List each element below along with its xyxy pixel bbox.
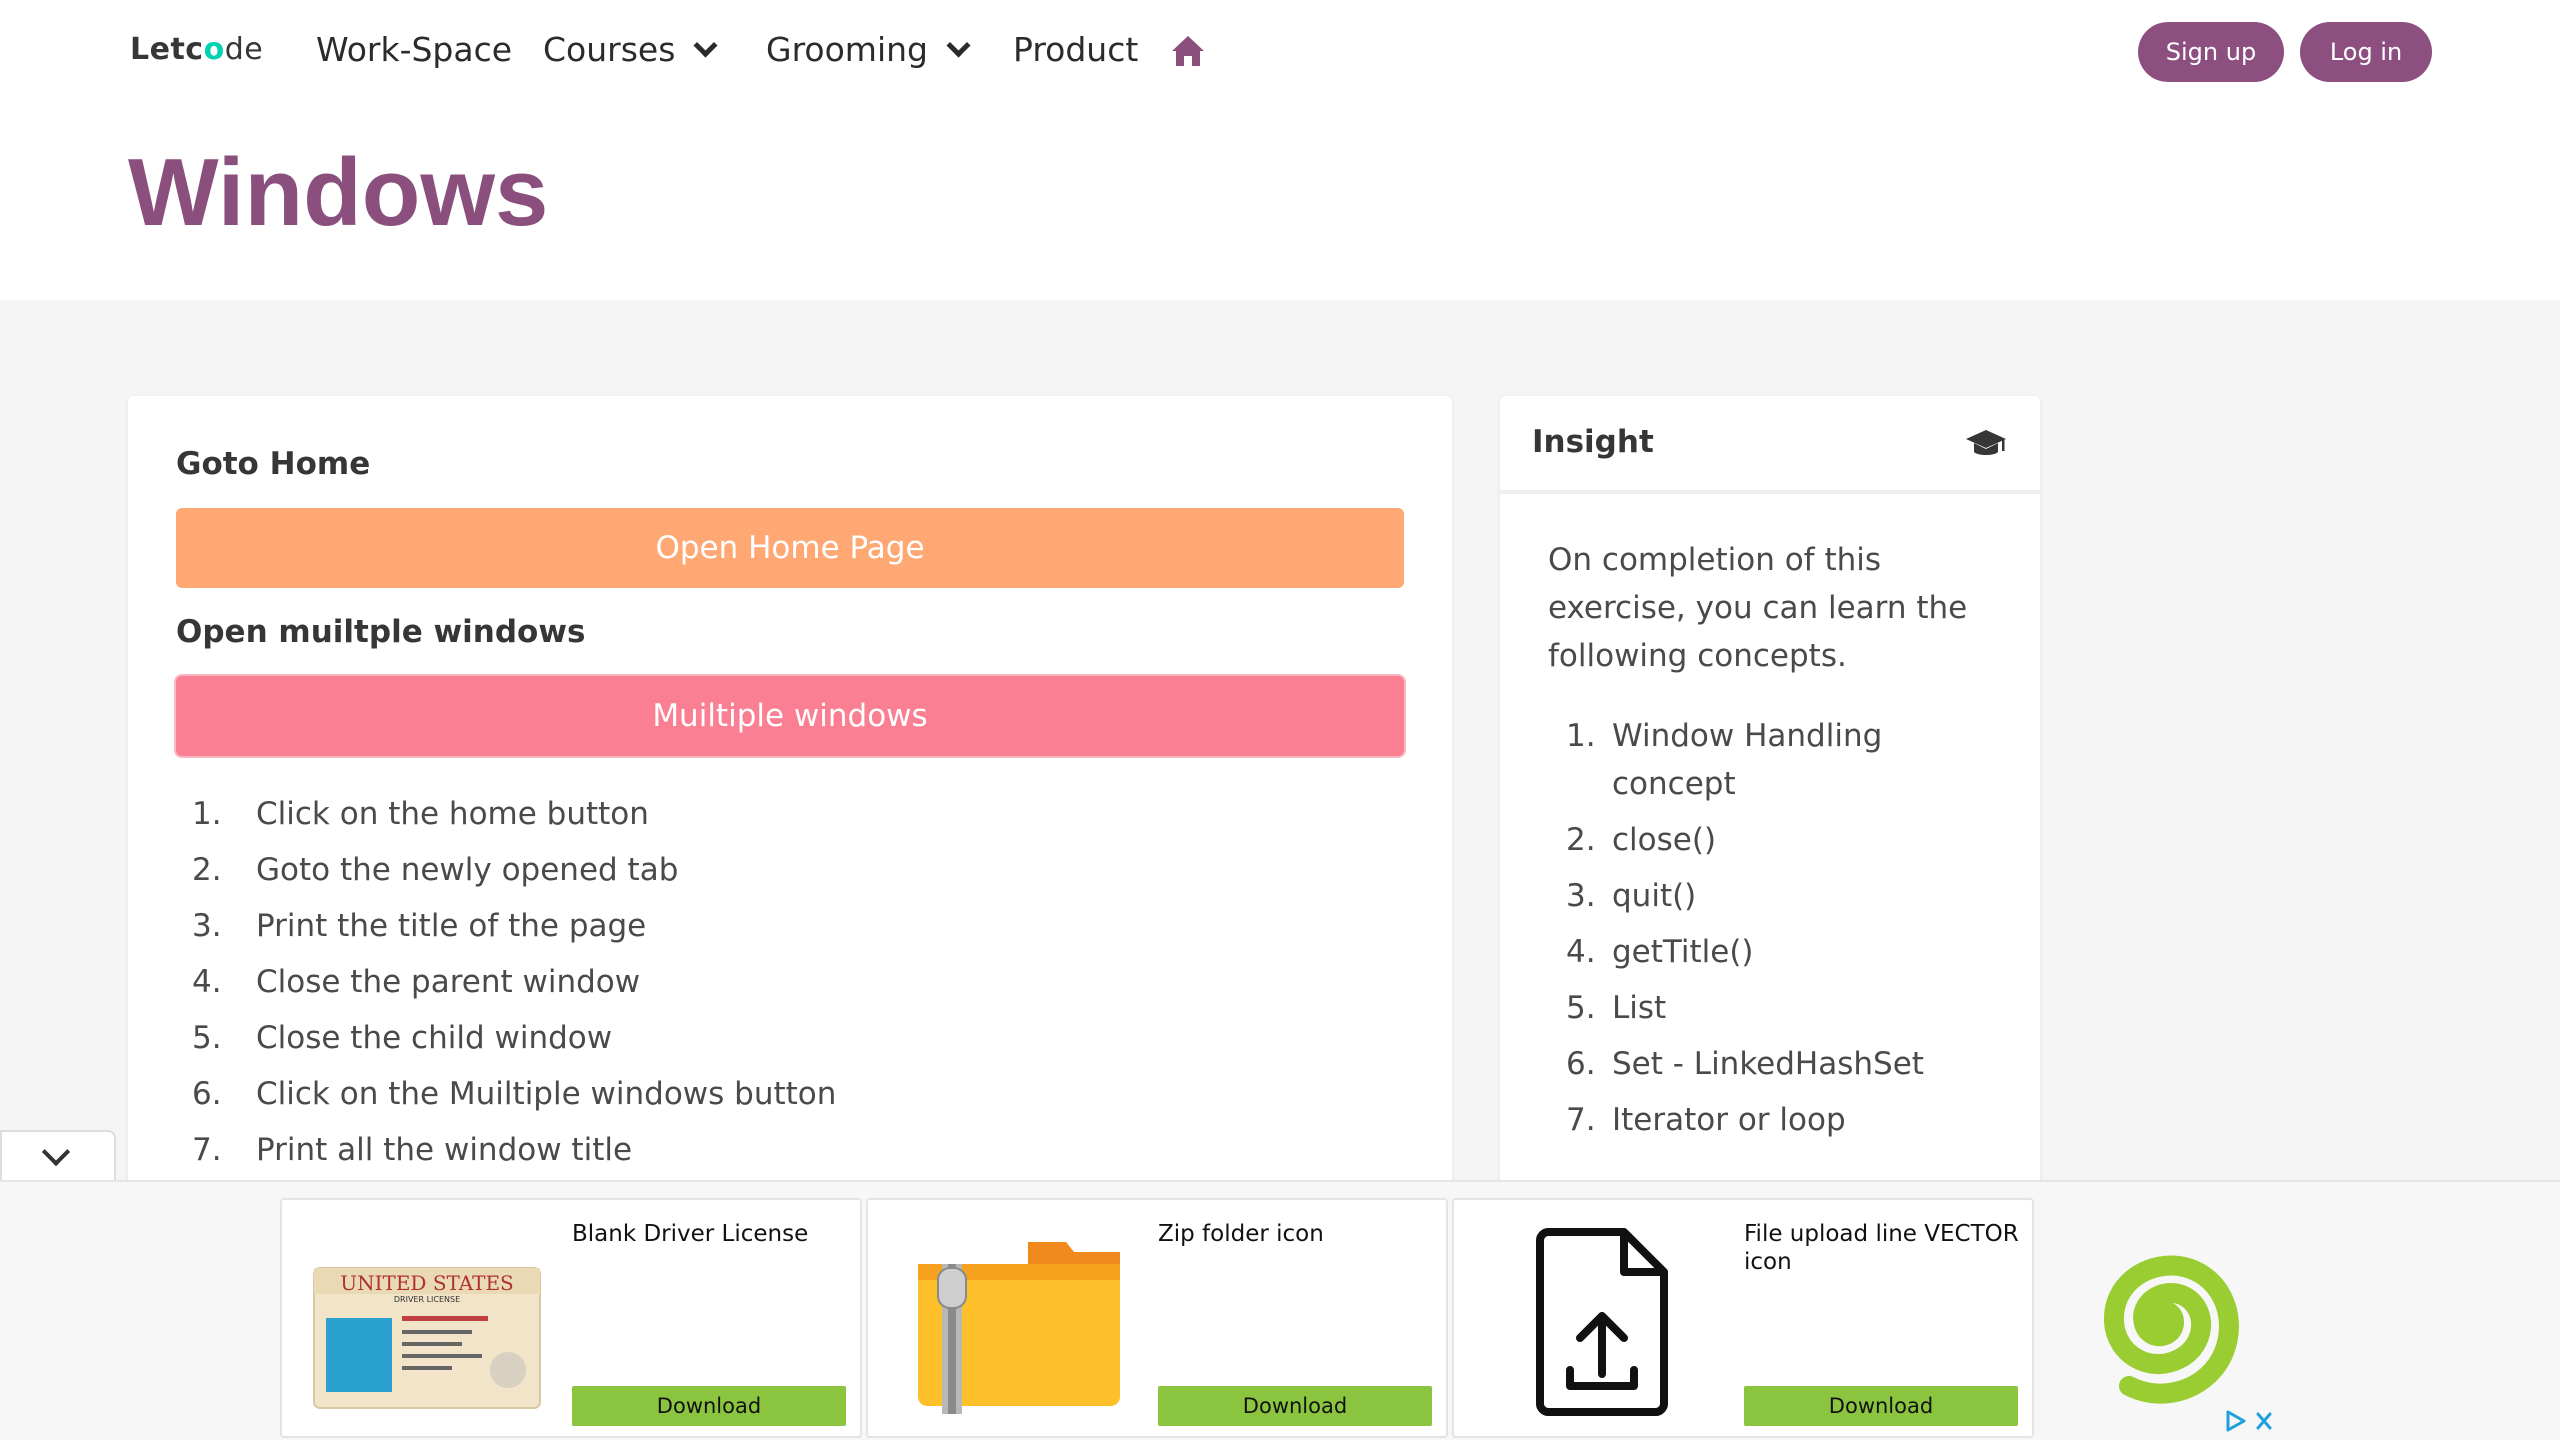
- step-text: Print the title of the page: [256, 908, 647, 944]
- zip-folder-image: [918, 1242, 1120, 1414]
- list-item: 4. getTitle(): [1566, 928, 2006, 976]
- concept-text: quit(): [1612, 878, 1697, 914]
- top-navbar: Letcode Work-Space Courses Grooming Prod…: [0, 0, 2560, 104]
- step-text: Click on the Muiltiple windows button: [256, 1076, 837, 1112]
- step-text: Close the child window: [256, 1020, 613, 1056]
- goto-home-label: Goto Home: [176, 446, 371, 482]
- list-item: 1. Click on the home button: [192, 786, 836, 842]
- ad-card-driver-license[interactable]: UNITED STATES DRIVER LICENSE Blank Drive…: [280, 1198, 862, 1438]
- step-number: 6.: [192, 1076, 222, 1112]
- nav-courses-label: Courses: [543, 30, 676, 69]
- ad-banner: UNITED STATES DRIVER LICENSE Blank Drive…: [0, 1180, 2560, 1440]
- nav-grooming-label: Grooming: [766, 30, 928, 69]
- list-item: 1. Window Handling concept: [1566, 712, 2006, 808]
- brand-text-suffix: de: [224, 32, 264, 67]
- step-text: Goto the newly opened tab: [256, 852, 679, 888]
- nav-courses-dropdown[interactable]: Courses: [543, 30, 718, 69]
- list-item: 2. Goto the newly opened tab: [192, 842, 836, 898]
- multiple-windows-label: Open muiltple windows: [176, 614, 586, 650]
- list-item: 7. Print all the window title: [192, 1122, 836, 1178]
- list-item: 7. Iterator or loop: [1566, 1096, 2006, 1144]
- step-number: 3.: [192, 908, 222, 944]
- nav-product-link[interactable]: Product: [1013, 30, 1138, 69]
- concept-number: 2.: [1566, 822, 1596, 858]
- insight-intro: On completion of this exercise, you can …: [1548, 542, 1968, 674]
- concept-number: 1.: [1566, 718, 1596, 754]
- step-number: 7.: [192, 1132, 222, 1168]
- ad-card-zip-folder[interactable]: Zip folder icon Download: [866, 1198, 1448, 1438]
- license-header-text: UNITED STATES: [340, 1271, 514, 1295]
- chevron-down-icon: [946, 33, 971, 58]
- concept-number: 5.: [1566, 990, 1596, 1026]
- download-button[interactable]: Download: [1744, 1386, 2018, 1426]
- brand-logo[interactable]: Letcode: [130, 32, 263, 67]
- concept-text: Set - LinkedHashSet: [1612, 1046, 1924, 1082]
- insight-title: Insight: [1532, 424, 1654, 460]
- ad-card-file-upload[interactable]: File upload line VECTOR icon Download: [1452, 1198, 2034, 1438]
- driver-license-image: UNITED STATES DRIVER LICENSE: [313, 1267, 541, 1409]
- concept-number: 7.: [1566, 1102, 1596, 1138]
- list-item: 3. Print the title of the page: [192, 898, 836, 954]
- step-number: 2.: [192, 852, 222, 888]
- signup-button[interactable]: Sign up: [2138, 22, 2284, 82]
- exercise-card: Goto Home Open Home Page Open muiltple w…: [128, 396, 1452, 1196]
- graduation-cap-icon: [1966, 430, 2006, 455]
- insight-header: Insight: [1500, 396, 2040, 494]
- ad-collapse-toggle[interactable]: [0, 1130, 116, 1184]
- list-item: 5. List: [1566, 984, 2006, 1032]
- nav-grooming-dropdown[interactable]: Grooming: [766, 30, 971, 69]
- open-home-page-button[interactable]: Open Home Page: [176, 508, 1404, 588]
- list-item: 6. Click on the Muiltiple windows button: [192, 1066, 836, 1122]
- login-button[interactable]: Log in: [2300, 22, 2432, 82]
- concept-text: Iterator or loop: [1612, 1102, 1846, 1138]
- step-text: Close the parent window: [256, 964, 641, 1000]
- list-item: 2. close(): [1566, 816, 2006, 864]
- insight-card: Insight On completion of this exercise, …: [1500, 396, 2040, 1196]
- concepts-list: 1. Window Handling concept 2. close() 3. qu…: [1566, 712, 2006, 1152]
- concept-number: 4.: [1566, 934, 1596, 970]
- step-number: 5.: [192, 1020, 222, 1056]
- brand-text-prefix: Letc: [130, 32, 204, 67]
- chevron-down-icon: [41, 1137, 71, 1167]
- page-title: Windows: [128, 139, 549, 246]
- concept-number: 6.: [1566, 1046, 1596, 1082]
- ad-choices-icon[interactable]: [2222, 1408, 2278, 1434]
- chevron-down-icon: [693, 33, 718, 58]
- page-hero: Windows: [0, 104, 2560, 300]
- download-button[interactable]: Download: [572, 1386, 846, 1426]
- concept-text: Window Handling concept: [1612, 718, 1883, 802]
- list-item: 5. Close the child window: [192, 1010, 836, 1066]
- step-text: Click on the home button: [256, 796, 649, 832]
- ad-title: File upload line VECTOR icon: [1744, 1221, 2019, 1275]
- download-button[interactable]: Download: [1158, 1386, 1432, 1426]
- file-upload-icon: [1536, 1228, 1668, 1416]
- step-number: 1.: [192, 796, 222, 832]
- concept-text: List: [1612, 990, 1667, 1026]
- step-number: 4.: [192, 964, 222, 1000]
- nav-workspace-label: Work-Space: [316, 30, 513, 69]
- list-item: 4. Close the parent window: [192, 954, 836, 1010]
- ad-title: Zip folder icon: [1158, 1221, 1324, 1247]
- spiral-logo-icon[interactable]: [2054, 1214, 2264, 1424]
- concept-text: getTitle(): [1612, 934, 1754, 970]
- concept-number: 3.: [1566, 878, 1596, 914]
- concept-text: close(): [1612, 822, 1717, 858]
- list-item: 3. quit(): [1566, 872, 2006, 920]
- step-text: Print all the window title: [256, 1132, 633, 1168]
- ad-title: Blank Driver License: [572, 1221, 809, 1247]
- multiple-windows-button[interactable]: Muiltiple windows: [176, 676, 1404, 756]
- steps-list: 1. Click on the home button 2. Goto the ne…: [192, 786, 836, 1178]
- list-item: 6. Set - LinkedHashSet: [1566, 1040, 2006, 1088]
- brand-text-o: o: [203, 32, 225, 67]
- nav-product-label: Product: [1013, 30, 1139, 69]
- license-sub-text: DRIVER LICENSE: [394, 1295, 460, 1304]
- home-icon[interactable]: [1170, 34, 1206, 68]
- nav-workspace-link[interactable]: Work-Space: [316, 30, 512, 69]
